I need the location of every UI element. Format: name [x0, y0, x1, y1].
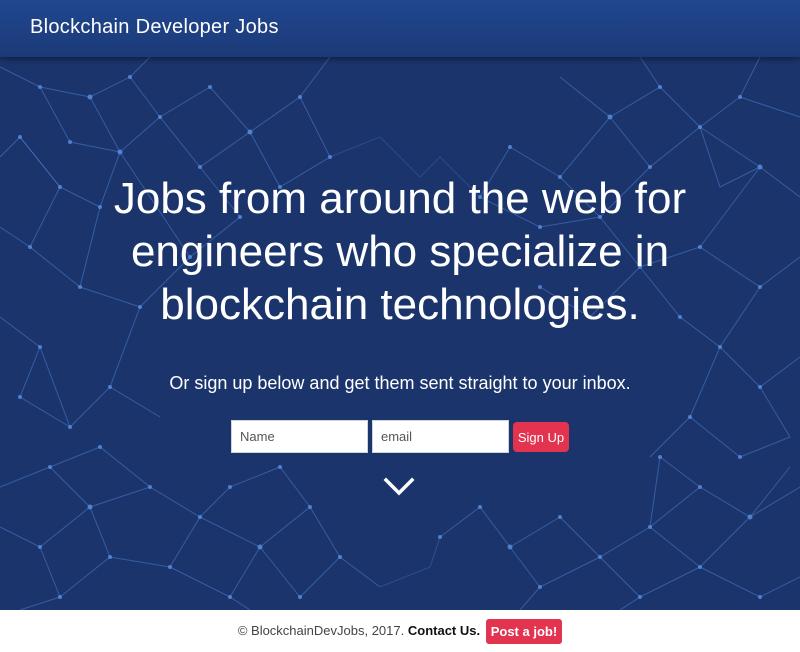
email-input[interactable] [372, 420, 509, 453]
name-input[interactable] [231, 420, 368, 453]
footer: © BlockchainDevJobs, 2017. Contact Us. P… [0, 610, 800, 652]
hero-section: Jobs from around the web for engineers w… [0, 57, 800, 610]
hero-headline: Jobs from around the web for engineers w… [113, 174, 687, 329]
page: Blockchain Developer Jobs Jobs from arou… [0, 0, 800, 652]
brand-link[interactable]: Blockchain Developer Jobs [30, 16, 279, 39]
hero-subline: Or sign up below and get them sent strai… [169, 373, 631, 393]
sign-up-button[interactable]: Sign Up [513, 422, 569, 452]
copyright-text: © BlockchainDevJobs, 2017. [237, 623, 405, 638]
network-background [0, 57, 800, 610]
navbar: Blockchain Developer Jobs [0, 0, 800, 57]
contact-us-link[interactable]: Contact Us. [408, 623, 480, 638]
chevron-down-icon[interactable] [383, 477, 415, 497]
post-a-job-button[interactable]: Post a job! [485, 619, 563, 645]
